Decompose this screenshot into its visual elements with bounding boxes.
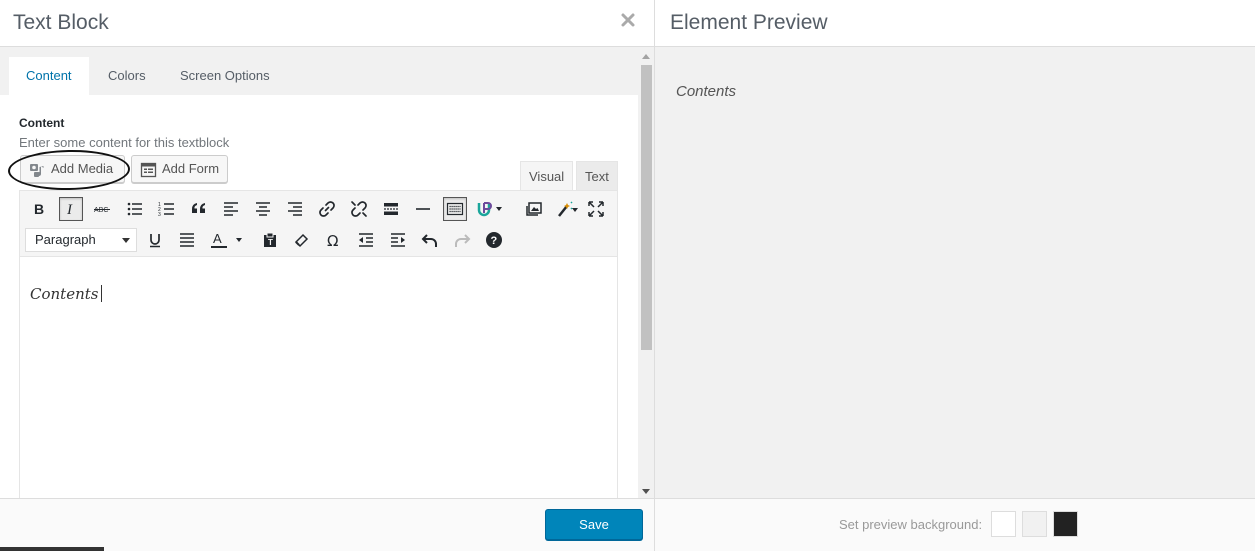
panel-title: Text Block <box>13 11 109 34</box>
unlink-icon[interactable] <box>347 197 371 221</box>
settings-tabs: Content Colors Screen Options <box>0 57 638 95</box>
scrollbar-thumb[interactable] <box>641 65 652 350</box>
insert-media-icon[interactable] <box>522 197 546 221</box>
bold-icon[interactable]: B <box>27 197 51 221</box>
panel-header: Text Block <box>0 0 654 47</box>
link-icon[interactable] <box>315 197 339 221</box>
align-left-icon[interactable] <box>219 197 243 221</box>
editor-text: Contents <box>30 285 99 303</box>
panel-footer: Save <box>0 498 654 551</box>
bullet-list-icon[interactable] <box>123 197 147 221</box>
align-center-icon[interactable] <box>251 197 275 221</box>
svg-text:B: B <box>34 201 44 217</box>
undo-icon[interactable] <box>418 228 442 252</box>
fullscreen-icon[interactable] <box>584 197 608 221</box>
content-field-label: Content <box>19 116 65 130</box>
svg-text:3: 3 <box>158 212 161 218</box>
redo-icon[interactable] <box>450 228 474 252</box>
svg-text:ABC: ABC <box>94 207 108 214</box>
magic-wand-icon[interactable] <box>554 197 580 221</box>
paragraph-format-value: Paragraph <box>35 232 96 247</box>
add-media-icon <box>29 161 46 177</box>
svg-text:A: A <box>213 231 222 246</box>
tab-colors[interactable]: Colors <box>91 57 163 95</box>
svg-text:I: I <box>66 202 73 218</box>
italic-icon[interactable]: I <box>59 197 83 221</box>
content-field-description: Enter some content for this textblock <box>19 135 230 150</box>
bottom-edge-bar <box>0 547 104 551</box>
text-block-panel: Text Block Content Colors Screen Options… <box>0 0 654 551</box>
preview-content: Contents <box>676 83 737 100</box>
indent-icon[interactable] <box>386 228 410 252</box>
preview-title: Element Preview <box>670 11 828 34</box>
strikethrough-icon[interactable]: ABC <box>90 197 114 221</box>
svg-text:T: T <box>268 238 273 247</box>
special-character-icon[interactable]: Ω <box>322 228 346 252</box>
scroll-down-icon[interactable] <box>642 489 650 494</box>
paste-text-icon[interactable]: T <box>258 228 282 252</box>
preview-footer: Set preview background: <box>655 498 1255 551</box>
close-icon[interactable] <box>620 12 636 28</box>
svg-text:?: ? <box>491 235 498 247</box>
read-more-icon[interactable] <box>379 197 403 221</box>
editor-content[interactable]: Contents <box>30 285 103 303</box>
preview-background-label: Set preview background: <box>839 517 983 532</box>
outdent-icon[interactable] <box>354 228 378 252</box>
add-media-button[interactable]: Add Media <box>20 155 125 183</box>
horizontal-line-icon[interactable] <box>411 197 435 221</box>
background-swatch-light-gray[interactable] <box>1022 511 1047 537</box>
blockquote-icon[interactable] <box>187 197 211 221</box>
tab-screen-options[interactable]: Screen Options <box>163 57 287 95</box>
rich-text-editor: B I ABC 123 Paragraph A T Ω ? Contents <box>19 190 618 500</box>
text-cursor <box>101 285 103 302</box>
scroll-up-icon[interactable] <box>642 54 650 59</box>
tab-content[interactable]: Content <box>9 57 89 95</box>
add-media-label: Add Media <box>51 161 114 176</box>
text-color-icon[interactable]: A <box>207 228 247 252</box>
underline-icon[interactable] <box>143 228 167 252</box>
paragraph-format-select[interactable]: Paragraph <box>25 228 137 252</box>
save-button[interactable]: Save <box>545 509 643 540</box>
toolbar-toggle-icon[interactable] <box>443 197 467 221</box>
align-right-icon[interactable] <box>283 197 307 221</box>
clear-formatting-icon[interactable] <box>290 228 314 252</box>
numbered-list-icon[interactable]: 123 <box>155 197 179 221</box>
add-form-label: Add Form <box>162 161 220 176</box>
preview-header: Element Preview <box>655 0 1255 47</box>
add-form-button[interactable]: Add Form <box>131 155 228 183</box>
panel-scrollbar[interactable] <box>638 47 654 498</box>
text-mode-tab[interactable]: Text <box>576 161 618 190</box>
svg-text:Ω: Ω <box>327 232 338 249</box>
shortcode-icon[interactable] <box>474 197 506 221</box>
chevron-down-icon <box>122 238 130 243</box>
form-icon <box>140 161 157 178</box>
element-preview-panel: Element Preview Contents Set preview bac… <box>654 0 1255 551</box>
editor-toolbar: B I ABC 123 Paragraph A T Ω ? <box>20 191 617 257</box>
background-swatch-dark[interactable] <box>1053 511 1078 537</box>
background-swatch-white[interactable] <box>991 511 1016 537</box>
justify-icon[interactable] <box>175 228 199 252</box>
help-icon[interactable]: ? <box>482 228 506 252</box>
visual-mode-tab[interactable]: Visual <box>520 161 574 190</box>
